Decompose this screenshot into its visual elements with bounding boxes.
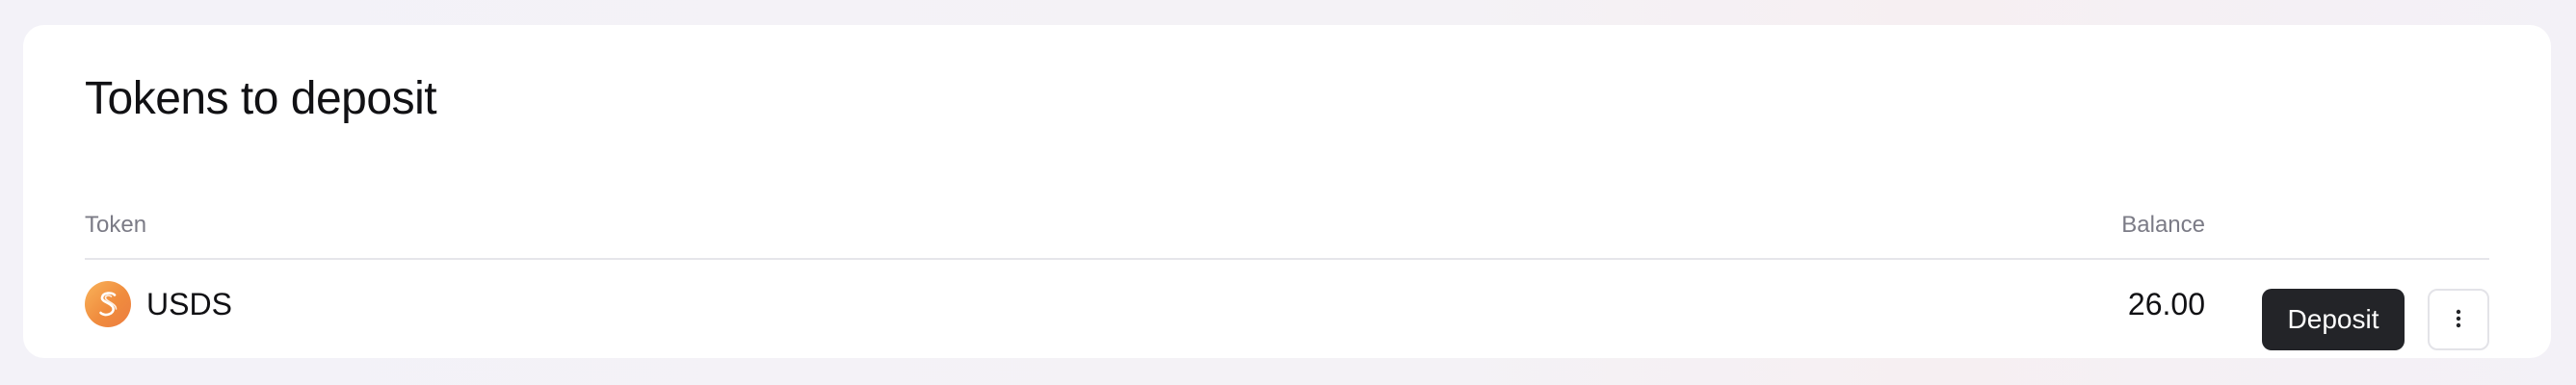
table-header: Token Balance [85, 189, 2489, 260]
column-header-token: Token [85, 212, 147, 238]
deposit-button[interactable]: Deposit [2262, 289, 2405, 350]
table-row: USDS 26.00 Deposit [85, 260, 2489, 350]
token-name: USDS [146, 286, 232, 321]
usds-token-icon [85, 281, 131, 327]
vertical-ellipsis-icon [2455, 307, 2462, 333]
token-cell: USDS [85, 260, 232, 348]
tokens-to-deposit-card: Tokens to deposit Token Balance USDS 26.… [23, 25, 2551, 358]
card-title: Tokens to deposit [85, 73, 437, 124]
column-header-balance: Balance [2121, 212, 2205, 238]
token-balance: 26.00 [2127, 286, 2205, 321]
more-options-button[interactable] [2428, 289, 2489, 350]
